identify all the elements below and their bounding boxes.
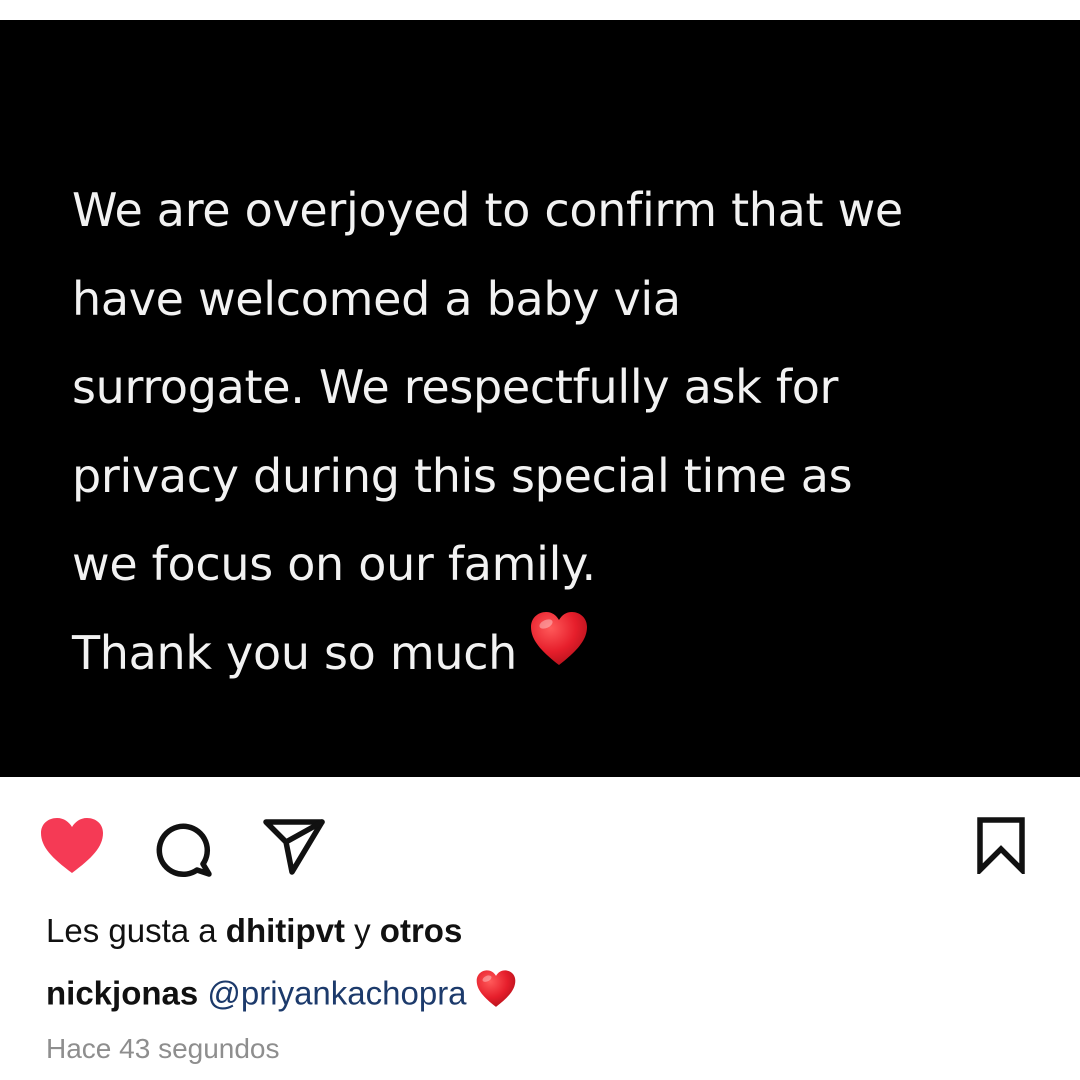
bookmark-icon[interactable] <box>975 816 1027 879</box>
post-text-last-line: Thank you so much <box>72 609 1032 701</box>
post-text-line: have welcomed a baby via <box>72 271 681 326</box>
red-heart-icon <box>529 608 589 697</box>
caption-mention[interactable]: @priyankachopra <box>207 975 466 1012</box>
send-icon[interactable] <box>262 816 326 881</box>
post-image[interactable]: We are overjoyed to confirm that we have… <box>0 20 1080 777</box>
caption: nickjonas @priyankachopra <box>46 969 517 1020</box>
post-text-line: privacy during this special time as <box>72 448 853 503</box>
red-heart-icon <box>475 969 517 1017</box>
post-text-thank-you: Thank you so much <box>72 625 518 680</box>
caption-username[interactable]: nickjonas <box>46 975 198 1012</box>
action-bar <box>0 800 1080 890</box>
likes-others[interactable]: otros <box>380 912 463 949</box>
post-text-line: We are overjoyed to confirm that we <box>72 183 903 237</box>
post-text-line: we focus on our family. <box>72 537 596 591</box>
post-text: We are overjoyed to confirm that we have… <box>72 166 1032 700</box>
heart-icon[interactable] <box>38 816 106 881</box>
likes-connector: y <box>354 912 371 949</box>
likes-prefix: Les gusta a <box>46 912 217 949</box>
likes-summary[interactable]: Les gusta a dhitipvt y otros <box>46 912 462 950</box>
comment-icon[interactable] <box>153 818 215 883</box>
liker-username[interactable]: dhitipvt <box>226 912 345 949</box>
post-text-line: surrogate. We respectfully ask for <box>72 360 839 414</box>
post-timestamp: Hace 43 segundos <box>46 1033 280 1064</box>
instagram-post: We are overjoyed to confirm that we have… <box>0 0 1080 1080</box>
